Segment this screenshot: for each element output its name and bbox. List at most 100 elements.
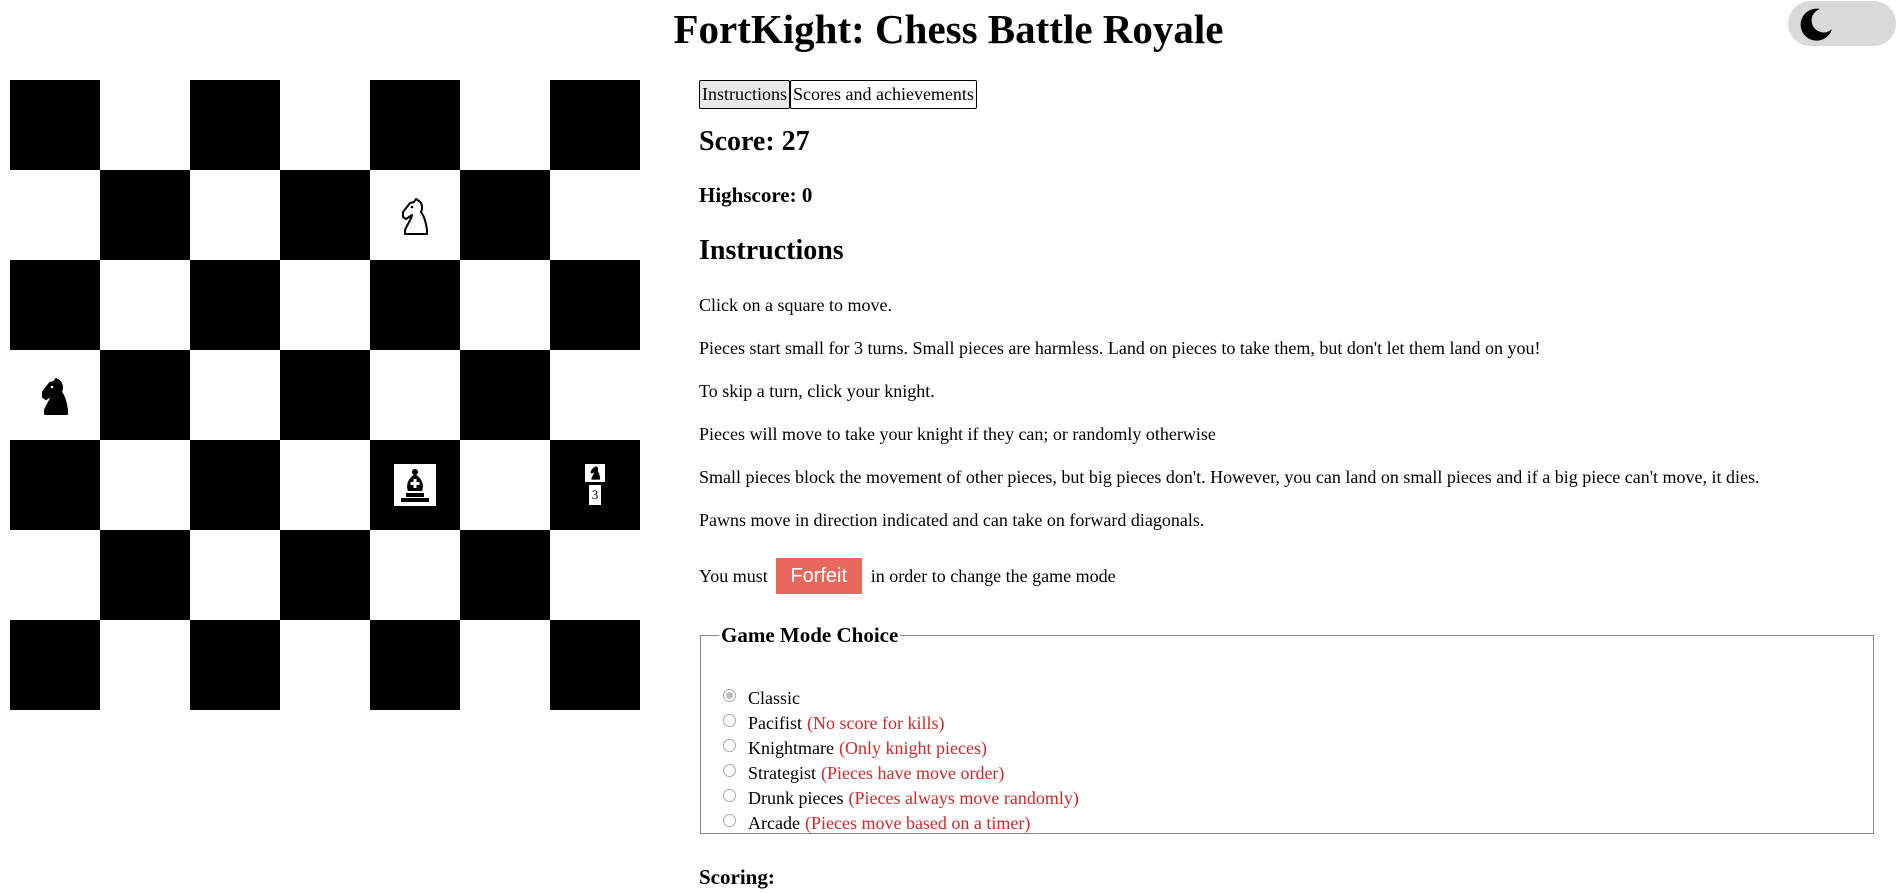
black-bishop-icon <box>394 464 436 506</box>
instruction-paragraph: Click on a square to move. <box>699 295 892 315</box>
board-square[interactable] <box>10 530 100 620</box>
board-square[interactable] <box>190 620 280 710</box>
board-square[interactable] <box>550 530 640 620</box>
tab-instructions[interactable]: Instructions <box>699 80 790 109</box>
board-square[interactable] <box>460 440 550 530</box>
board-square[interactable] <box>10 350 100 440</box>
board-square[interactable] <box>370 620 460 710</box>
board-square[interactable] <box>550 170 640 260</box>
board-square[interactable] <box>100 440 190 530</box>
board-square[interactable] <box>10 80 100 170</box>
board-square[interactable] <box>370 530 460 620</box>
game-mode-description: (No score for kills) <box>807 713 945 733</box>
game-mode-radio[interactable] <box>723 814 736 827</box>
game-mode-option[interactable]: Strategist (Pieces have move order) <box>723 761 1079 786</box>
game-mode-option[interactable]: Arcade (Pieces move based on a timer) <box>723 811 1079 836</box>
board-square[interactable] <box>190 80 280 170</box>
black-knight-icon <box>585 464 605 482</box>
game-mode-option[interactable]: Pacifist (No score for kills) <box>723 711 1079 736</box>
game-mode-label: Strategist <box>748 763 816 783</box>
board-square[interactable] <box>10 170 100 260</box>
board-square[interactable] <box>280 530 370 620</box>
tab-bar: Instructions Scores and achievements <box>699 80 1879 109</box>
board-square[interactable] <box>280 80 370 170</box>
board-square[interactable] <box>100 620 190 710</box>
black-knight-icon[interactable] <box>31 374 77 420</box>
forfeit-prefix: You must <box>699 565 768 586</box>
board-square[interactable] <box>100 530 190 620</box>
board-square[interactable] <box>280 440 370 530</box>
board-square[interactable] <box>100 350 190 440</box>
tab-scores-achievements[interactable]: Scores and achievements <box>790 80 977 109</box>
instruction-paragraph: Small pieces block the movement of other… <box>699 467 1760 487</box>
game-mode-option[interactable]: Drunk pieces (Pieces always move randomly… <box>723 786 1079 811</box>
board-square[interactable] <box>460 170 550 260</box>
forfeit-row: You must Forfeit in order to change the … <box>699 558 1116 594</box>
board-square[interactable] <box>370 260 460 350</box>
moon-icon <box>1800 8 1832 41</box>
board-square[interactable] <box>190 440 280 530</box>
instructions-heading: Instructions <box>699 235 844 266</box>
board-square[interactable] <box>10 440 100 530</box>
game-mode-label: Drunk pieces <box>748 788 844 808</box>
board-square[interactable] <box>370 440 460 530</box>
game-mode-radio[interactable] <box>723 764 736 777</box>
board-square[interactable] <box>370 170 460 260</box>
small-knight-piece: 3 <box>585 464 605 506</box>
instruction-paragraph: Pieces start small for 3 turns. Small pi… <box>699 338 1541 358</box>
board-square[interactable] <box>280 170 370 260</box>
board-square[interactable] <box>550 620 640 710</box>
page-title: FortKight: Chess Battle Royale <box>673 6 1224 52</box>
forfeit-button[interactable]: Forfeit <box>775 558 862 594</box>
game-mode-radio[interactable] <box>723 739 736 752</box>
game-mode-radio[interactable] <box>723 714 736 727</box>
board-square[interactable] <box>550 260 640 350</box>
game-mode-description: (Pieces always move randomly) <box>848 788 1079 808</box>
white-knight-icon[interactable] <box>391 194 437 240</box>
side-panel: Instructions Scores and achievements Sco… <box>699 80 1879 889</box>
board-square[interactable] <box>460 530 550 620</box>
board-square[interactable] <box>550 350 640 440</box>
highscore-display: Highscore: 0 <box>699 183 813 207</box>
chess-board: 3 <box>10 80 640 710</box>
board-square[interactable]: 3 <box>550 440 640 530</box>
board-square[interactable] <box>190 170 280 260</box>
game-mode-option[interactable]: Knightmare (Only knight pieces) <box>723 736 1079 761</box>
board-square[interactable] <box>100 170 190 260</box>
game-mode-description: (Only knight pieces) <box>838 738 987 758</box>
board-square[interactable] <box>280 620 370 710</box>
forfeit-suffix: in order to change the game mode <box>870 565 1116 586</box>
board-square[interactable] <box>370 80 460 170</box>
game-mode-label: Pacifist <box>748 713 802 733</box>
board-square[interactable] <box>460 620 550 710</box>
board-square[interactable] <box>280 260 370 350</box>
game-mode-radio[interactable] <box>723 689 736 702</box>
game-mode-legend: Game Mode Choice <box>721 623 899 647</box>
board-square[interactable] <box>100 80 190 170</box>
game-mode-options: Classic Pacifist (No score for kills) Knigh… <box>723 686 1079 836</box>
board-square[interactable] <box>10 260 100 350</box>
board-square[interactable] <box>370 350 460 440</box>
scoring-heading: Scoring: <box>699 865 775 889</box>
instruction-paragraph: To skip a turn, click your knight. <box>699 381 935 401</box>
game-mode-description: (Pieces move based on a timer) <box>804 813 1031 833</box>
board-square[interactable] <box>280 350 370 440</box>
game-mode-option[interactable]: Classic <box>723 686 1079 711</box>
instruction-paragraph: Pawns move in direction indicated and ca… <box>699 510 1205 530</box>
board-square[interactable] <box>550 80 640 170</box>
theme-toggle[interactable] <box>1788 1 1896 46</box>
game-mode-label: Classic <box>748 688 800 708</box>
turns-left-label: 3 <box>589 485 601 505</box>
board-square[interactable] <box>460 260 550 350</box>
board-square[interactable] <box>460 350 550 440</box>
board-square[interactable] <box>190 350 280 440</box>
board-square[interactable] <box>190 530 280 620</box>
game-mode-description: (Pieces have move order) <box>821 763 1005 783</box>
game-mode-radio[interactable] <box>723 789 736 802</box>
board-square[interactable] <box>10 620 100 710</box>
board-square[interactable] <box>190 260 280 350</box>
game-mode-fieldset: Game Mode Choice Classic Pacifist (No scor… <box>700 623 1874 834</box>
board-square[interactable] <box>460 80 550 170</box>
board-square[interactable] <box>100 260 190 350</box>
instruction-paragraph: Pieces will move to take your knight if … <box>699 424 1216 444</box>
